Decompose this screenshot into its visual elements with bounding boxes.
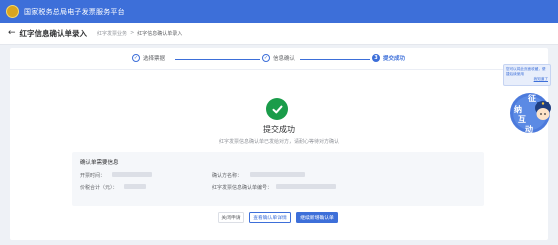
add-new-confirmation-button[interactable]: 继续新增确认单 <box>296 212 338 223</box>
step-connector <box>175 58 260 60</box>
confirmation-number-label: 红字发票信息确认单编号： <box>212 185 273 191</box>
mascot-char-1: 征 <box>528 93 536 103</box>
success-title: 提交成功 <box>263 125 295 134</box>
progress-steps: ✓ 选择票据 ✓ 信息确认 3 提交成功 <box>10 48 548 70</box>
confirmer-name-label: 确认方名称： <box>212 173 243 179</box>
step-label: 选择票据 <box>143 56 166 62</box>
step-connector <box>300 58 370 60</box>
success-check-icon <box>266 98 288 120</box>
top-header-bar: 国家税务总局电子发票服务平台 <box>0 0 558 23</box>
step-confirm-info: ✓ 信息确认 <box>262 54 295 62</box>
check-icon: ✓ <box>262 54 270 62</box>
invoice-time-label: 开票时间： <box>80 173 106 179</box>
mascot-char-3: 互 <box>518 115 526 124</box>
dismiss-tip-link[interactable]: 我知道了 <box>506 77 548 82</box>
bookmark-tip-panel: 您可以将此页面收藏，便捷后续使用 我知道了 <box>503 64 551 86</box>
tax-emblem-icon <box>6 5 19 18</box>
breadcrumb-item-current: 红字信息确认单录入 <box>137 31 183 37</box>
step-submit-success: 3 提交成功 <box>372 54 405 62</box>
page-title: 红字信息确认单录入 <box>19 29 88 38</box>
step-select-bills: ✓ 选择票据 <box>132 54 165 62</box>
mascot-char-2: 纳 <box>514 104 522 114</box>
interactive-assistant-mascot[interactable]: 征 纳 互 动 <box>503 88 553 136</box>
step-label: 信息确认 <box>273 56 296 62</box>
redacted-value <box>112 172 152 177</box>
check-icon: ✓ <box>132 54 140 62</box>
mascot-char-4: 动 <box>525 124 533 134</box>
bookmark-tip-text: 您可以将此页面收藏，便捷后续使用 <box>506 67 546 76</box>
view-confirmation-details-button[interactable]: 查看确认单详情 <box>249 212 291 223</box>
success-description: 红字发票信息确认单已发给对方，请耐心等待对方确认 <box>218 139 339 145</box>
platform-title: 国家税务总局电子发票服务平台 <box>24 7 125 16</box>
redacted-value <box>276 184 336 189</box>
page-nav: ← 红字信息确认单录入 红字发票业务 > 红字信息确认单录入 <box>0 23 558 45</box>
breadcrumb: 红字发票业务 > 红字信息确认单录入 <box>97 30 182 37</box>
total-amount-label: 价税合计（元）： <box>80 185 118 191</box>
back-arrow-icon[interactable]: ← <box>8 29 16 38</box>
close-application-button[interactable]: 关闭申请 <box>218 212 244 223</box>
step-label: 提交成功 <box>383 56 406 62</box>
step-number: 3 <box>372 54 380 62</box>
redacted-value <box>250 172 305 177</box>
main-card: ✓ 选择票据 ✓ 信息确认 3 提交成功 提交成功 红字发票信息确认单已发给对方… <box>10 48 548 240</box>
info-section-title: 确认单需要信息 <box>80 160 119 166</box>
breadcrumb-separator: > <box>130 30 135 36</box>
confirmation-info-box: 确认单需要信息 开票时间： 确认方名称： 价税合计（元）： 红字发票信息确认单编… <box>72 152 484 206</box>
breadcrumb-item-parent[interactable]: 红字发票业务 <box>97 30 127 37</box>
redacted-value <box>124 184 146 189</box>
